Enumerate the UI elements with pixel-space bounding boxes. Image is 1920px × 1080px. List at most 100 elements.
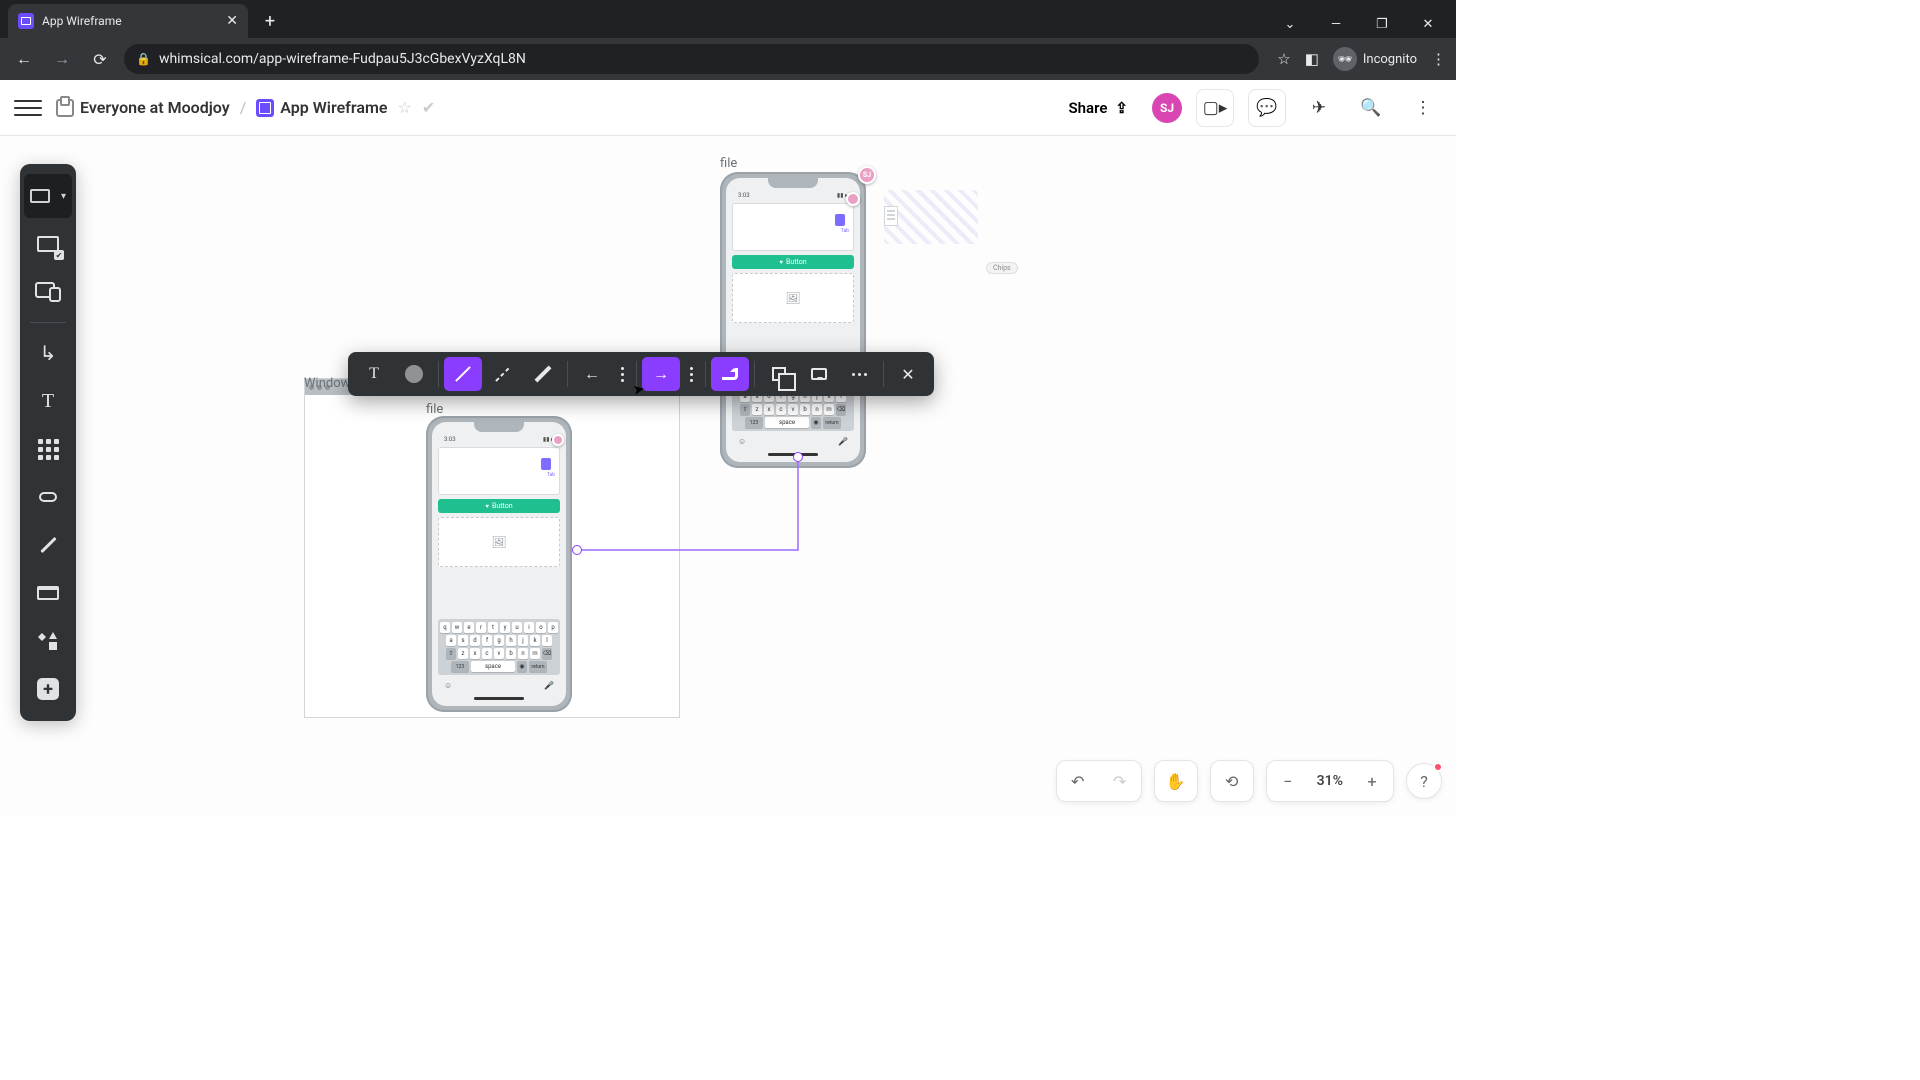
ctx-routing-elbow-button[interactable]: [711, 357, 749, 391]
phone1-label: file: [720, 156, 737, 171]
wf-button-label: Button: [786, 258, 807, 266]
ctx-close-button[interactable]: ✕: [889, 357, 927, 391]
breadcrumb-workspace[interactable]: Everyone at Moodjoy: [56, 98, 230, 117]
connector-handle-start[interactable]: [793, 452, 803, 462]
ctx-separator: [438, 361, 439, 387]
kb-bottom-row: ☺🎤: [732, 435, 854, 446]
incognito-badge[interactable]: 🕶 Incognito: [1333, 47, 1417, 71]
window-tabs-dropdown-icon[interactable]: ⌄: [1276, 17, 1304, 32]
tool-connector[interactable]: ↳: [26, 331, 70, 375]
help-button[interactable]: ?: [1406, 763, 1442, 799]
ctx-text-button[interactable]: T: [355, 357, 393, 391]
phone-frame-1[interactable]: 3:03▮▮ ▸ Tab Button 🖼 qwertyuiop asdfghj…: [720, 172, 866, 468]
ctx-line-dashed-button[interactable]: [484, 357, 522, 391]
zoom-level[interactable]: 31%: [1309, 773, 1351, 789]
browser-menu-icon[interactable]: ⋮: [1431, 50, 1446, 68]
url-input[interactable]: 🔒 whimsical.com/app-wireframe-Fudpau5J3c…: [124, 44, 1259, 74]
tool-section[interactable]: [26, 571, 70, 615]
user-avatar[interactable]: SJ: [1152, 93, 1182, 123]
bottom-right-controls: ↶ ↷ ✋ ⟲ − 31% + ?: [1056, 760, 1442, 802]
dots-vertical-icon: [690, 367, 693, 382]
connector-handle-end[interactable]: [572, 545, 582, 555]
ctx-color-button[interactable]: [395, 357, 433, 391]
connector-icon: ↳: [40, 341, 57, 365]
new-tab-button[interactable]: +: [256, 7, 284, 35]
color-swatch-icon: [405, 365, 423, 383]
emoji-icon: ☺: [738, 437, 746, 446]
breadcrumb-workspace-label: Everyone at Moodjoy: [80, 98, 230, 117]
image-icon: 🖼: [491, 535, 506, 549]
pan-hand-button[interactable]: ✋: [1155, 760, 1197, 802]
tab-close-icon[interactable]: ✕: [226, 13, 238, 29]
zoom-in-button[interactable]: +: [1351, 760, 1393, 802]
breadcrumb-file[interactable]: App Wireframe: [256, 98, 387, 117]
canvas[interactable]: ▾ ✔ ↳ T + Chips file 3:03▮▮ ▸ Tab Button…: [0, 136, 1456, 816]
kb-row-1: qwertyuiop: [441, 622, 557, 633]
tool-components[interactable]: [26, 619, 70, 663]
kb-row-3: ⇧zxcvbnm⌫: [441, 648, 557, 659]
canvas-hatched-shape[interactable]: [884, 190, 978, 244]
wf-card[interactable]: Tab: [438, 447, 560, 495]
ctx-more-button[interactable]: [840, 357, 878, 391]
wf-card[interactable]: Tab: [732, 203, 854, 251]
tool-add[interactable]: +: [26, 667, 70, 711]
team-icon: [56, 99, 74, 117]
zoom-out-button[interactable]: −: [1267, 760, 1309, 802]
left-toolbar: ▾ ✔ ↳ T +: [20, 164, 76, 721]
ctx-arrow-end-button[interactable]: →: [642, 357, 680, 391]
present-button[interactable]: ▢▸: [1196, 89, 1234, 127]
window-maximize-icon[interactable]: ❐: [1368, 17, 1396, 32]
ctx-line-solid-button[interactable]: [444, 357, 482, 391]
ctx-comment-button[interactable]: [800, 357, 838, 391]
canvas-chips-element[interactable]: Chips: [986, 262, 1018, 274]
browser-tab[interactable]: App Wireframe ✕: [8, 4, 248, 38]
collaborator-cursor-dot: [846, 192, 860, 206]
phone-frame-2[interactable]: 3:03▮▮ ▸ Tab Button 🖼 qwertyuiop asdfghj…: [426, 416, 572, 712]
extensions-icon[interactable]: ◧: [1305, 50, 1319, 68]
window-minimize-icon[interactable]: ―: [1322, 17, 1350, 32]
collaborator-cursor-badge: SJ: [858, 166, 876, 184]
nav-reload-button[interactable]: ⟳: [86, 45, 114, 73]
send-button[interactable]: ✈: [1300, 89, 1338, 127]
search-button[interactable]: 🔍: [1352, 89, 1390, 127]
breadcrumb-separator: /: [240, 98, 247, 117]
text-icon: T: [42, 390, 54, 413]
bookmark-star-icon[interactable]: ☆: [1277, 50, 1290, 68]
nav-back-button[interactable]: ←: [10, 45, 38, 73]
tool-elements[interactable]: ✔: [26, 222, 70, 266]
ctx-arrow-end-more[interactable]: [682, 357, 700, 391]
line-thick-icon: [535, 366, 552, 383]
phone-notch: [474, 422, 524, 432]
comments-button[interactable]: 💬: [1248, 89, 1286, 127]
grid-icon: [38, 439, 59, 460]
favorite-star-icon[interactable]: ☆: [397, 98, 411, 117]
phone-status-bar: 3:03▮▮ ▸: [732, 192, 854, 199]
window-close-icon[interactable]: ✕: [1414, 17, 1442, 32]
ctx-duplicate-button[interactable]: [760, 357, 798, 391]
undo-button[interactable]: ↶: [1057, 760, 1099, 802]
app-menu-button[interactable]: ⋮: [1404, 89, 1442, 127]
history-button[interactable]: ⟲: [1211, 760, 1253, 802]
ctx-line-thick-button[interactable]: [524, 357, 562, 391]
tool-link[interactable]: [26, 475, 70, 519]
wf-button[interactable]: Button: [732, 255, 854, 269]
canvas-list-shape[interactable]: [884, 206, 898, 226]
wf-button[interactable]: Button: [438, 499, 560, 513]
tool-icons-grid[interactable]: [26, 427, 70, 471]
wf-image-placeholder[interactable]: 🖼: [732, 273, 854, 323]
window-label: Window: [304, 376, 350, 391]
tool-frame-dropdown[interactable]: ▾: [24, 174, 72, 218]
ctx-arrow-start-button[interactable]: ←: [573, 357, 611, 391]
home-indicator: [474, 697, 524, 700]
hamburger-menu-button[interactable]: [14, 94, 42, 122]
ctx-separator: [705, 361, 706, 387]
ctx-arrow-start-more[interactable]: [613, 357, 631, 391]
tool-devices[interactable]: [26, 270, 70, 314]
wireframe-file-icon: [256, 99, 274, 117]
mic-icon: 🎤: [544, 681, 554, 690]
share-button[interactable]: Share ⇪: [1059, 93, 1139, 123]
redo-button[interactable]: ↷: [1099, 760, 1141, 802]
wf-image-placeholder[interactable]: 🖼: [438, 517, 560, 567]
tool-text[interactable]: T: [26, 379, 70, 423]
tool-draw[interactable]: [26, 523, 70, 567]
